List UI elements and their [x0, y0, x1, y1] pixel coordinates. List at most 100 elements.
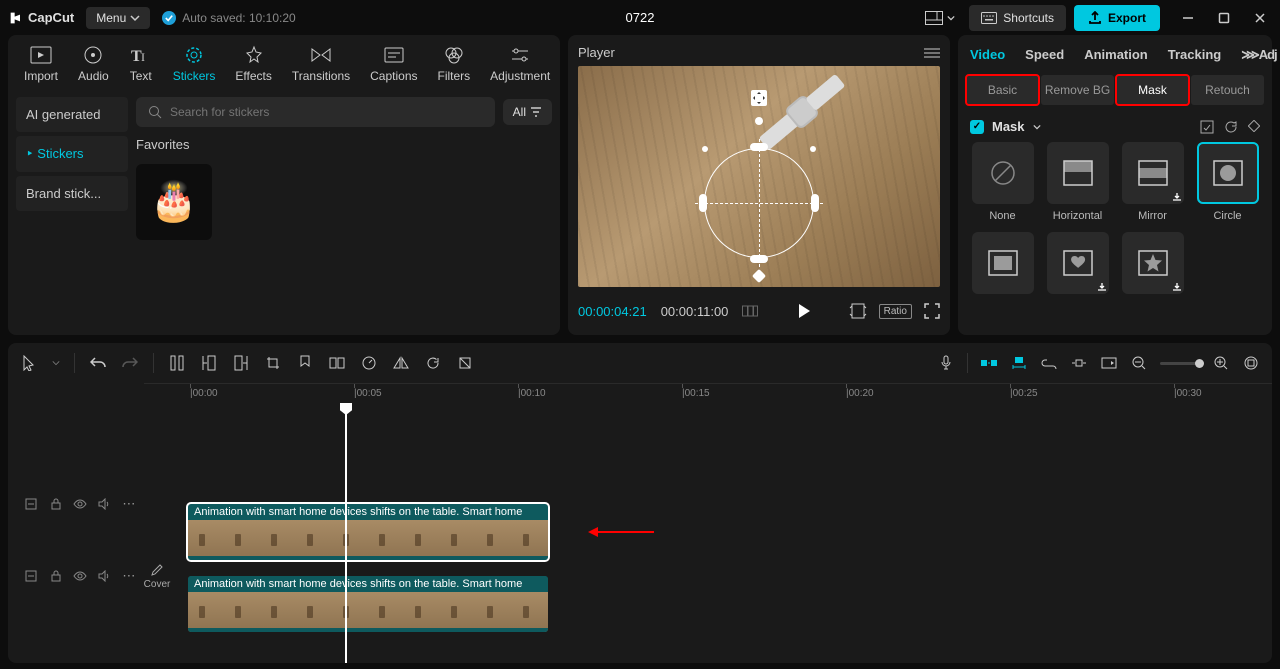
- speed-icon[interactable]: [360, 355, 378, 371]
- mask-keyframe-icon[interactable]: [1248, 120, 1260, 134]
- mask-handle-left[interactable]: [699, 194, 707, 212]
- tab-text[interactable]: TI Text: [119, 39, 163, 89]
- track-collapse-icon[interactable]: [24, 498, 38, 510]
- magnet-track-icon[interactable]: [1010, 356, 1028, 370]
- tab-stickers[interactable]: Stickers: [163, 39, 226, 89]
- menu-button[interactable]: Menu: [86, 7, 150, 29]
- track-mute-icon[interactable]: [97, 570, 111, 582]
- mask-move-icon[interactable]: [750, 89, 768, 107]
- zoom-in-icon[interactable]: [1212, 356, 1230, 370]
- favorite-sticker-cake[interactable]: 🎂: [136, 164, 212, 240]
- chevron-down-icon[interactable]: [52, 359, 60, 367]
- freeze-icon[interactable]: [456, 356, 474, 370]
- track-visible-icon[interactable]: [73, 571, 87, 581]
- close-button[interactable]: [1248, 6, 1272, 30]
- mask-shape-mirror[interactable]: Mirror: [1120, 142, 1185, 222]
- search-input[interactable]: [170, 105, 483, 119]
- ratio-button[interactable]: Ratio: [879, 304, 912, 319]
- search-box[interactable]: [136, 97, 495, 127]
- magnet-main-icon[interactable]: [980, 357, 998, 369]
- scale-icon[interactable]: [849, 303, 867, 319]
- mask-shape-heart[interactable]: [1045, 232, 1110, 294]
- maximize-button[interactable]: [1212, 6, 1236, 30]
- mask-corner-tl[interactable]: [702, 146, 708, 152]
- mask-overlay-circle[interactable]: [704, 148, 814, 258]
- tab-filters[interactable]: Filters: [428, 39, 481, 89]
- preview-axis-icon[interactable]: [1100, 357, 1118, 369]
- zoom-slider[interactable]: [1160, 362, 1200, 365]
- track-lock-icon[interactable]: [48, 570, 62, 582]
- crop-icon[interactable]: [264, 356, 282, 370]
- layout-button[interactable]: [919, 7, 961, 29]
- tab-captions[interactable]: Captions: [360, 39, 427, 89]
- player-canvas[interactable]: [578, 66, 940, 287]
- timeline-clip-main[interactable]: Animation with smart home devices shifts…: [188, 576, 548, 632]
- delete-left-icon[interactable]: [200, 355, 218, 371]
- link-icon[interactable]: [1040, 357, 1058, 369]
- snap-icon[interactable]: [1070, 357, 1088, 369]
- mask-handle-top[interactable]: [750, 143, 768, 151]
- timeline-clip-overlay[interactable]: Animation with smart home devices shifts…: [188, 504, 548, 560]
- undo-icon[interactable]: [89, 356, 107, 370]
- player-menu-icon[interactable]: [924, 47, 940, 59]
- mask-enable-checkbox[interactable]: ✓: [970, 120, 984, 134]
- mask-shape-none[interactable]: None: [970, 142, 1035, 222]
- tab-transitions[interactable]: Transitions: [282, 39, 360, 89]
- rotate-icon[interactable]: [424, 356, 442, 370]
- subtab-mask[interactable]: Mask: [1116, 75, 1189, 105]
- tab-effects[interactable]: Effects: [225, 39, 281, 89]
- tab-audio[interactable]: Audio: [68, 39, 119, 89]
- sidebar-item-brand-stickers[interactable]: Brand stick...: [16, 176, 128, 211]
- mask-shape-circle[interactable]: Circle: [1195, 142, 1260, 222]
- subtab-retouch[interactable]: Retouch: [1191, 75, 1264, 105]
- chevron-down-icon[interactable]: [1033, 123, 1041, 131]
- zoom-out-icon[interactable]: [1130, 356, 1148, 370]
- mic-icon[interactable]: [937, 355, 955, 371]
- play-button[interactable]: [797, 303, 811, 319]
- prop-tab-speed[interactable]: Speed: [1021, 43, 1068, 67]
- prop-tab-animation[interactable]: Animation: [1080, 43, 1152, 67]
- export-button[interactable]: Export: [1074, 5, 1160, 31]
- split-icon[interactable]: [168, 355, 186, 371]
- mask-reset-icon[interactable]: [1224, 120, 1238, 134]
- shortcuts-button[interactable]: Shortcuts: [969, 5, 1066, 31]
- track-more-icon[interactable]: ⋯: [122, 496, 136, 512]
- track-more-icon[interactable]: ⋯: [122, 568, 136, 584]
- prop-tab-video[interactable]: Video: [966, 43, 1009, 67]
- reverse-icon[interactable]: [328, 356, 346, 370]
- track-visible-icon[interactable]: [73, 499, 87, 509]
- mask-handle-feather-bottom[interactable]: [752, 269, 766, 283]
- minimize-button[interactable]: [1176, 6, 1200, 30]
- compare-icon[interactable]: [742, 304, 758, 318]
- track-lock-icon[interactable]: [48, 498, 62, 510]
- delete-right-icon[interactable]: [232, 355, 250, 371]
- filter-all-button[interactable]: All: [503, 99, 552, 125]
- mirror-icon[interactable]: [392, 356, 410, 370]
- track-collapse-icon[interactable]: [24, 570, 38, 582]
- mask-corner-tr[interactable]: [810, 146, 816, 152]
- track-mute-icon[interactable]: [97, 498, 111, 510]
- playhead[interactable]: [345, 405, 347, 663]
- mask-shape-rectangle[interactable]: [970, 232, 1035, 294]
- zoom-fit-icon[interactable]: [1242, 356, 1260, 370]
- marker-icon[interactable]: [296, 355, 314, 371]
- mask-handle-right[interactable]: [811, 194, 819, 212]
- prop-tab-tracking[interactable]: Tracking: [1164, 43, 1225, 67]
- mask-save-preset-icon[interactable]: [1200, 120, 1214, 134]
- mask-shape-star[interactable]: [1120, 232, 1185, 294]
- subtab-basic[interactable]: Basic: [966, 75, 1039, 105]
- mask-handle-rotate[interactable]: [755, 117, 763, 125]
- subtab-remove-bg[interactable]: Remove BG: [1041, 75, 1114, 105]
- prop-tab-overflow[interactable]: ⋙Adj: [1237, 43, 1280, 67]
- project-title[interactable]: 0722: [626, 10, 655, 25]
- mask-handle-bottom[interactable]: [750, 255, 768, 263]
- mask-shape-horizontal[interactable]: Horizontal: [1045, 142, 1110, 222]
- timeline-ruler[interactable]: |00:00 |00:05 |00:10 |00:15 |00:20 |00:2…: [144, 383, 1272, 405]
- cover-button[interactable]: Cover: [142, 563, 172, 590]
- fullscreen-icon[interactable]: [924, 303, 940, 319]
- select-tool-icon[interactable]: [20, 355, 38, 371]
- tab-import[interactable]: Import: [14, 39, 68, 89]
- sidebar-item-ai-generated[interactable]: AI generated: [16, 97, 128, 132]
- tab-adjustment[interactable]: Adjustment: [480, 39, 560, 89]
- sidebar-item-stickers[interactable]: Stickers: [16, 136, 128, 172]
